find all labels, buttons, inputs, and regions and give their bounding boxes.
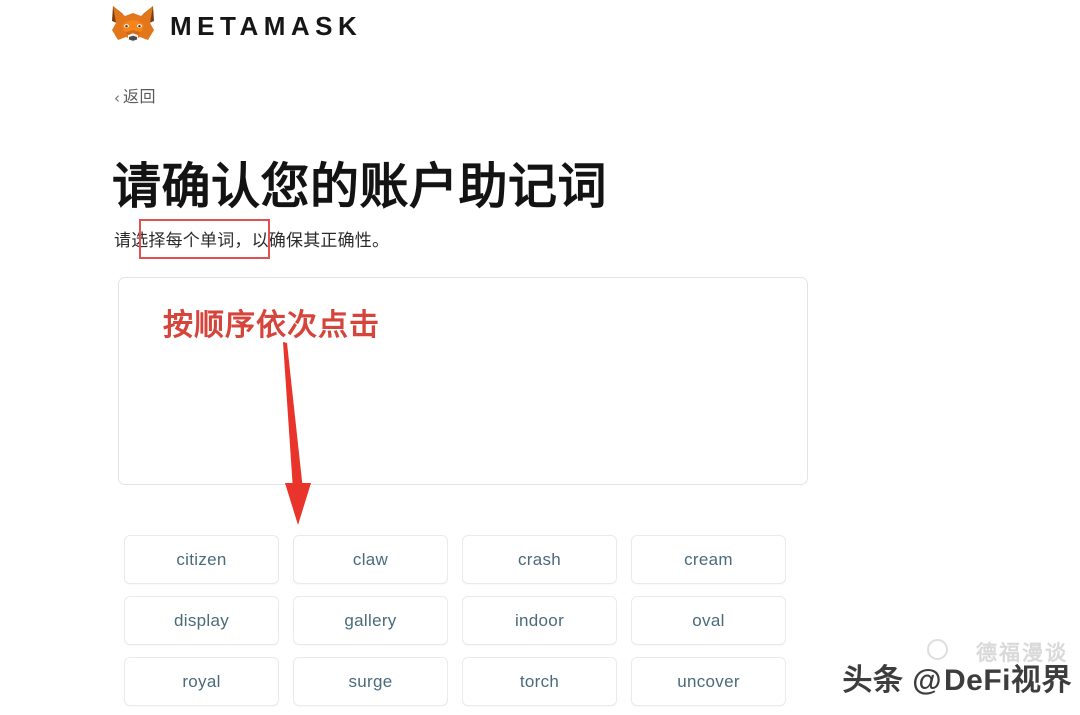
watermark-badge-icon bbox=[927, 639, 948, 660]
page-subtitle: 请选择每个单词，以确保其正确性。 bbox=[114, 231, 390, 250]
seed-word-chip[interactable]: uncover bbox=[631, 657, 786, 706]
chevron-left-icon: ‹ bbox=[114, 88, 120, 107]
seed-word-chip[interactable]: surge bbox=[293, 657, 448, 706]
back-link-label: 返回 bbox=[123, 89, 157, 106]
watermark-handle-name: DeFi视界 bbox=[943, 664, 1072, 697]
seed-word-chip[interactable]: claw bbox=[293, 535, 448, 584]
back-link[interactable]: ‹ 返回 bbox=[114, 90, 156, 106]
seed-word-chip[interactable]: indoor bbox=[462, 596, 617, 645]
seed-word-chip[interactable]: crash bbox=[462, 535, 617, 584]
brand-wordmark: METAMASK bbox=[170, 10, 363, 41]
metamask-brand-header: METAMASK bbox=[110, 2, 362, 50]
watermark-handle-prefix: 头条 @ bbox=[842, 664, 942, 697]
watermark: 德福漫谈 头条 @ DeFi视界 bbox=[842, 635, 1076, 711]
seed-word-chip[interactable]: royal bbox=[124, 657, 279, 706]
instruction-annotation-text: 按顺序依次点击 bbox=[163, 309, 380, 342]
watermark-handle: 头条 @ DeFi视界 bbox=[842, 655, 1072, 699]
seed-word-chip[interactable]: citizen bbox=[124, 535, 279, 584]
watermark-faded-text: 德福漫谈 bbox=[976, 642, 1068, 665]
page-title: 请确认您的账户助记词 bbox=[112, 159, 608, 214]
seed-word-chip[interactable]: cream bbox=[631, 535, 786, 584]
seed-word-chip[interactable]: torch bbox=[462, 657, 617, 706]
seed-word-chip[interactable]: oval bbox=[631, 596, 786, 645]
seed-word-chip[interactable]: display bbox=[124, 596, 279, 645]
seed-word-chip[interactable]: gallery bbox=[293, 596, 448, 645]
seed-word-bank: citizen claw crash cream display gallery… bbox=[124, 535, 798, 706]
metamask-fox-icon bbox=[112, 6, 154, 42]
